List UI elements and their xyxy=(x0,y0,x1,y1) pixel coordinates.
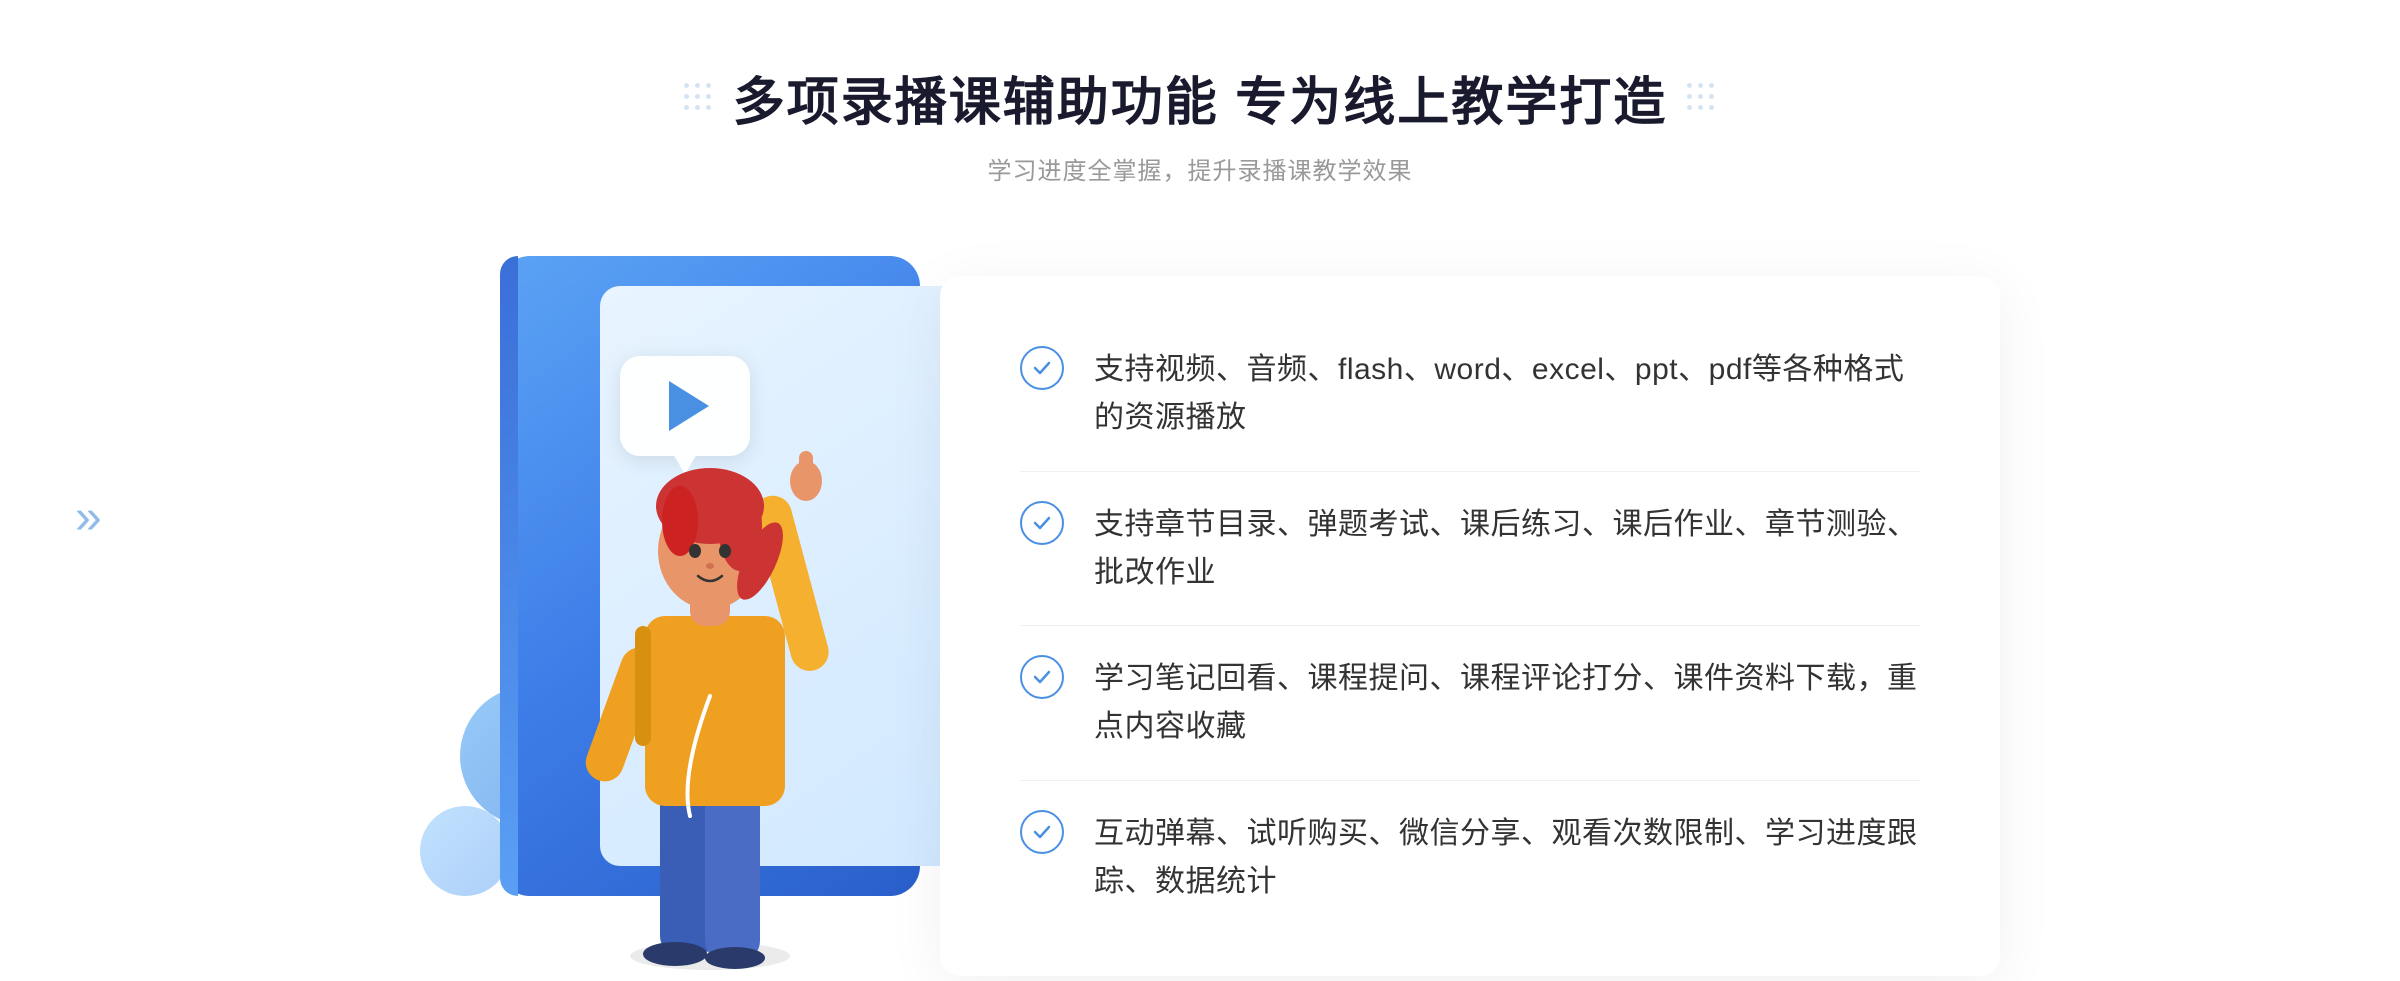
main-title: 多项录播课辅助功能 专为线上教学打造 xyxy=(733,60,1667,135)
feature-item-4: 互动弹幕、试听购买、微信分享、观看次数限制、学习进度跟踪、数据统计 xyxy=(1020,790,1920,926)
feature-item-3: 学习笔记回看、课程提问、课程评论打分、课件资料下载，重点内容收藏 xyxy=(1020,635,1920,771)
feature-text-2: 支持章节目录、弹题考试、课后练习、课后作业、章节测验、批改作业 xyxy=(1094,501,1920,597)
circle-decoration-2 xyxy=(420,806,510,896)
check-icon-2 xyxy=(1020,501,1064,545)
page-wrapper: 多项录播课辅助功能 专为线上教学打造 学习进度全掌握，提升录播课教学效果 » xyxy=(0,0,2400,974)
check-icon-3 xyxy=(1020,655,1064,699)
title-dots-right xyxy=(1687,83,1716,112)
header-decoration: 多项录播课辅助功能 专为线上教学打造 xyxy=(684,60,1716,135)
page-header: 多项录播课辅助功能 专为线上教学打造 学习进度全掌握，提升录播课教学效果 xyxy=(684,60,1716,186)
features-panel: 支持视频、音频、flash、word、excel、ppt、pdf等各种格式的资源… xyxy=(940,276,2000,976)
title-dots-left xyxy=(684,83,713,112)
divider-3 xyxy=(1020,780,1920,781)
feature-text-3: 学习笔记回看、课程提问、课程评论打分、课件资料下载，重点内容收藏 xyxy=(1094,655,1920,751)
person-figure xyxy=(550,396,870,976)
divider-1 xyxy=(1020,471,1920,472)
content-area: 支持视频、音频、flash、word、excel、ppt、pdf等各种格式的资源… xyxy=(400,236,2000,976)
feature-text-4: 互动弹幕、试听购买、微信分享、观看次数限制、学习进度跟踪、数据统计 xyxy=(1094,810,1920,906)
feature-text-1: 支持视频、音频、flash、word、excel、ppt、pdf等各种格式的资源… xyxy=(1094,346,1920,442)
illustration-panel xyxy=(400,256,980,976)
feature-item-2: 支持章节目录、弹题考试、课后练习、课后作业、章节测验、批改作业 xyxy=(1020,481,1920,617)
divider-2 xyxy=(1020,625,1920,626)
page-subtitle: 学习进度全掌握，提升录播课教学效果 xyxy=(684,151,1716,186)
check-icon-4 xyxy=(1020,810,1064,854)
vertical-stripe xyxy=(500,256,518,896)
check-icon-1 xyxy=(1020,346,1064,390)
feature-item-1: 支持视频、音频、flash、word、excel、ppt、pdf等各种格式的资源… xyxy=(1020,326,1920,462)
chevron-left-decoration: » xyxy=(75,490,102,545)
